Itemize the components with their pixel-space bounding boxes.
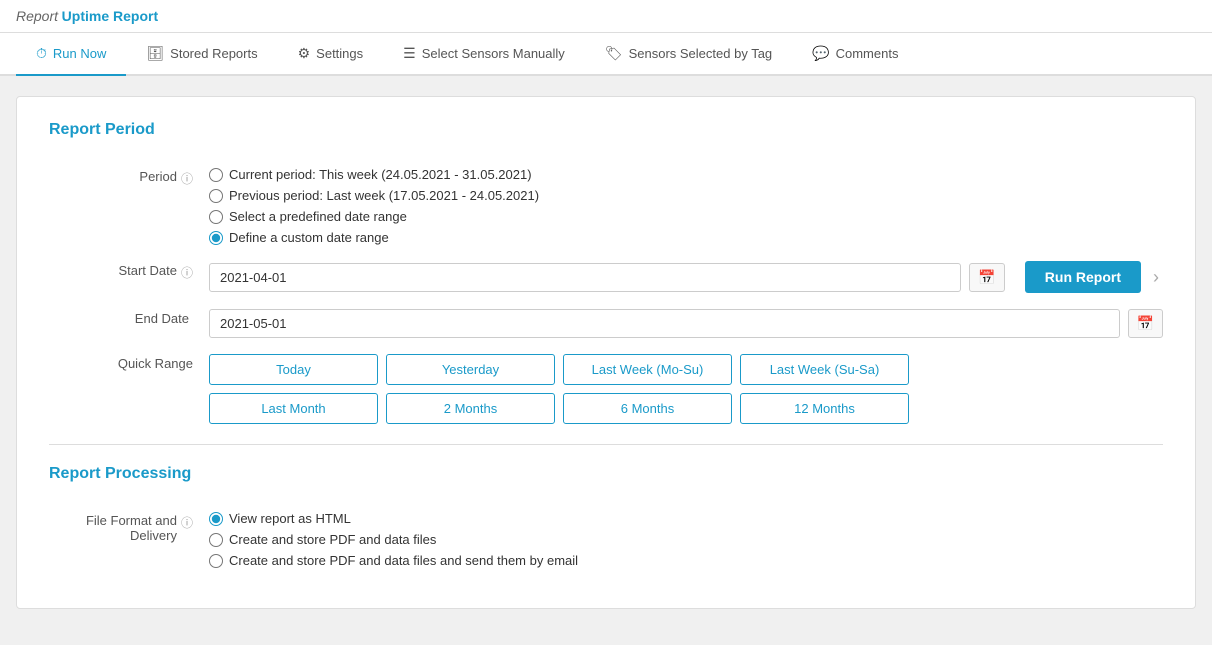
quick-range-label: Quick Range (49, 354, 209, 371)
end-date-row: End Date 📅 (49, 309, 1163, 338)
nav-tabs: ⏱ Run Now 🗄 Stored Reports ⚙ Settings ☰ … (0, 33, 1212, 76)
end-date-input[interactable] (209, 309, 1120, 338)
file-format-row: File Format and Delivery ⓘ View report a… (49, 511, 1163, 568)
tag-icon: 🏷 (605, 45, 623, 62)
start-date-content: 📅 Run Report › (209, 261, 1163, 293)
report-label: Report (16, 8, 58, 24)
period-radio-custom[interactable] (209, 231, 223, 245)
quick-range-last-month[interactable]: Last Month (209, 393, 378, 424)
tab-settings[interactable]: ⚙ Settings (278, 33, 384, 76)
quick-range-grid: Today Yesterday Last Week (Mo-Su) Last W… (209, 354, 909, 424)
period-info-icon[interactable]: ⓘ (181, 170, 193, 187)
quick-range-yesterday[interactable]: Yesterday (386, 354, 555, 385)
quick-range-2-months[interactable]: 2 Months (386, 393, 555, 424)
quick-range-row: Quick Range Today Yesterday Last Week (M… (49, 354, 1163, 424)
end-date-calendar-button[interactable]: 📅 (1128, 309, 1163, 338)
start-date-input-row: 📅 Run Report › (209, 261, 1163, 293)
period-label: Period ⓘ (49, 167, 209, 187)
period-radio-previous-week[interactable] (209, 189, 223, 203)
end-date-content: 📅 (209, 309, 1163, 338)
file-format-label: File Format and Delivery ⓘ (49, 511, 209, 543)
comments-icon: 💬 (812, 45, 829, 62)
quick-range-content: Today Yesterday Last Week (Mo-Su) Last W… (209, 354, 1163, 424)
quick-range-12-months[interactable]: 12 Months (740, 393, 909, 424)
tab-stored-reports[interactable]: 🗄 Stored Reports (126, 33, 277, 76)
end-date-label: End Date (49, 309, 209, 326)
period-radio-predefined[interactable] (209, 210, 223, 224)
report-processing-title: Report Processing (49, 465, 1163, 491)
select-sensors-icon: ☰ (403, 45, 416, 62)
file-radio-create-pdf[interactable] (209, 533, 223, 547)
start-date-label: Start Date ⓘ (49, 261, 209, 281)
period-row: Period ⓘ Current period: This week (24.0… (49, 167, 1163, 245)
period-option-current-week[interactable]: Current period: This week (24.05.2021 - … (209, 167, 1163, 182)
run-now-icon: ⏱ (36, 45, 47, 62)
report-period-title: Report Period (49, 121, 1163, 147)
file-radio-view-html[interactable] (209, 512, 223, 526)
file-format-info-icon[interactable]: ⓘ (181, 514, 193, 531)
start-date-calendar-button[interactable]: 📅 (969, 263, 1004, 292)
period-option-custom[interactable]: Define a custom date range (209, 230, 1163, 245)
page-header: Report Uptime Report (0, 0, 1212, 33)
file-option-view-html[interactable]: View report as HTML (209, 511, 1163, 526)
quick-range-today[interactable]: Today (209, 354, 378, 385)
report-title: Uptime Report (62, 8, 158, 24)
quick-range-last-week-su-sa[interactable]: Last Week (Su-Sa) (740, 354, 909, 385)
divider (49, 444, 1163, 445)
tab-select-sensors[interactable]: ☰ Select Sensors Manually (383, 33, 585, 76)
start-date-info-icon[interactable]: ⓘ (181, 264, 193, 281)
run-report-chevron[interactable]: › (1149, 263, 1163, 292)
file-radio-create-pdf-email[interactable] (209, 554, 223, 568)
stored-reports-icon: 🗄 (146, 45, 164, 62)
period-radio-current-week[interactable] (209, 168, 223, 182)
main-content: Report Period Period ⓘ Current period: T… (0, 76, 1212, 645)
file-format-options: View report as HTML Create and store PDF… (209, 511, 1163, 568)
start-date-input[interactable] (209, 263, 961, 292)
file-option-create-pdf[interactable]: Create and store PDF and data files (209, 532, 1163, 547)
start-date-row: Start Date ⓘ 📅 Run Report › (49, 261, 1163, 293)
period-option-predefined[interactable]: Select a predefined date range (209, 209, 1163, 224)
tab-comments[interactable]: 💬 Comments (792, 33, 918, 76)
file-option-create-pdf-email[interactable]: Create and store PDF and data files and … (209, 553, 1163, 568)
quick-range-last-week-mo-su[interactable]: Last Week (Mo-Su) (563, 354, 732, 385)
settings-icon: ⚙ (298, 45, 311, 62)
period-options: Current period: This week (24.05.2021 - … (209, 167, 1163, 245)
end-date-input-row: 📅 (209, 309, 1163, 338)
tab-sensors-by-tag[interactable]: 🏷 Sensors Selected by Tag (585, 33, 792, 76)
tab-run-now[interactable]: ⏱ Run Now (16, 33, 126, 76)
run-report-button[interactable]: Run Report (1025, 261, 1141, 293)
period-option-previous-week[interactable]: Previous period: Last week (17.05.2021 -… (209, 188, 1163, 203)
quick-range-6-months[interactable]: 6 Months (563, 393, 732, 424)
report-period-card: Report Period Period ⓘ Current period: T… (16, 96, 1196, 609)
